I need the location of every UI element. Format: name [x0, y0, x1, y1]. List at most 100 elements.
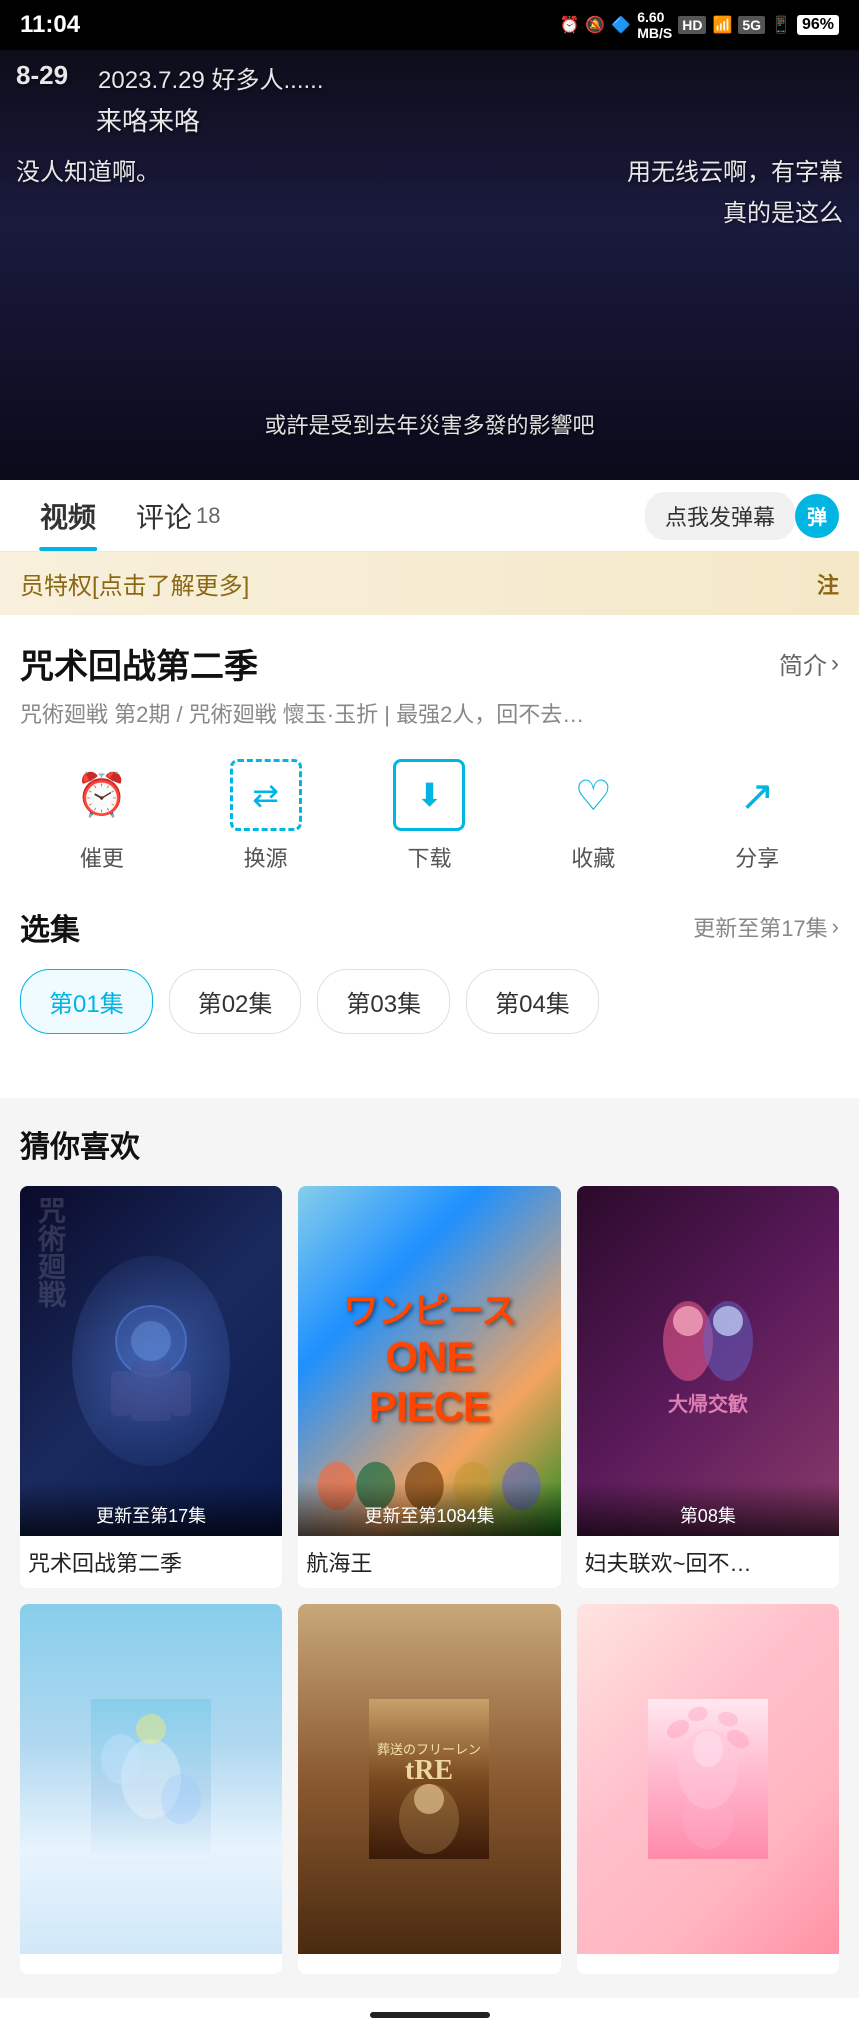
- tab-video-label: 视频: [40, 496, 96, 536]
- jjk-badge: 更新至第17集: [20, 1482, 282, 1536]
- danmaku-item: 来咯来咯: [96, 101, 200, 138]
- collect-btn[interactable]: ♡ 收藏: [557, 759, 629, 873]
- video-danmaku-overlay: 8-29 2023.7.29 好多人...... 来咯来咯 没人知道啊。 用无线…: [0, 50, 859, 238]
- recommend-grid: 咒術廻戦 更新至第17集 咒术回战第二季 ワンピース: [20, 1186, 839, 1974]
- recommend-card-marriage[interactable]: 大帰交歓 第08集 妇夫联欢~回不…: [577, 1186, 839, 1588]
- signal-icon: 📱: [771, 15, 791, 35]
- sakura-artwork: [648, 1699, 768, 1859]
- bottom-bar: [0, 1998, 859, 2032]
- mute-icon: 🔕: [585, 15, 605, 35]
- share-btn[interactable]: ↗ 分享: [721, 759, 793, 873]
- download-btn[interactable]: ⬇ 下载: [393, 759, 465, 873]
- danmaku-btn-label: 点我发弹幕: [665, 500, 775, 532]
- recommend-card-jjk[interactable]: 咒術廻戦 更新至第17集 咒术回战第二季: [20, 1186, 282, 1588]
- onepiece-logo: ワンピース ONE PIECE: [343, 1289, 516, 1433]
- episodes-section-header: 选集 更新至第17集 ›: [20, 905, 839, 949]
- collect-label: 收藏: [571, 841, 615, 873]
- danmaku-icon-label: 弹: [807, 501, 827, 530]
- anime-sub-info: 咒術廻戦 第2期 / 咒術廻戦 懷玉·玉折 | 最强2人，回不去…: [20, 698, 839, 731]
- onepiece-badge: 更新至第1084集: [298, 1482, 560, 1536]
- episode-03-btn[interactable]: 第03集: [317, 969, 450, 1034]
- collect-icon: ♡: [557, 759, 629, 831]
- intro-label: 简介: [779, 646, 827, 681]
- source-label: 换源: [244, 841, 288, 873]
- share-icon: ↗: [721, 759, 793, 831]
- intro-link[interactable]: 简介 ›: [779, 646, 839, 681]
- tab-comments-count: 18: [196, 503, 220, 529]
- remind-label: 催更: [80, 841, 124, 873]
- status-icons: ⏰ 🔕 🔷 6.60MB/S HD 📶 5G 📱 96%: [559, 9, 839, 41]
- onepiece-name: 航海王: [298, 1536, 560, 1588]
- card-bg-sakura: [577, 1604, 839, 1954]
- marriage-badge: 第08集: [577, 1482, 839, 1536]
- recommend-card-onepiece[interactable]: ワンピース ONE PIECE 更新至第1084集 航海王: [298, 1186, 560, 1588]
- danmaku-row-4: 真的是这么: [16, 193, 843, 228]
- marriage-artwork: 大帰交歓: [648, 1281, 768, 1441]
- episode-04-btn[interactable]: 第04集: [466, 969, 599, 1034]
- bottom-danmaku: 或許是受到去年災害多發的影響吧: [0, 408, 859, 440]
- recommend-title: 猜你喜欢: [20, 1122, 839, 1166]
- danmaku-row-3: 没人知道啊。 用无线云啊，有字幕: [16, 152, 843, 187]
- card-image-frieren: 葬送のフリーレン tRE: [298, 1604, 560, 1954]
- tab-comments-label: 评论: [136, 496, 192, 536]
- recommend-card-frieren[interactable]: 葬送のフリーレン tRE: [298, 1604, 560, 1974]
- sakura-name: [577, 1954, 839, 1974]
- recommend-card-sky[interactable]: [20, 1604, 282, 1974]
- 5g-icon: 5G: [738, 16, 765, 34]
- jjk-name: 咒术回战第二季: [20, 1536, 282, 1588]
- video-player[interactable]: 8-29 2023.7.29 好多人...... 来咯来咯 没人知道啊。 用无线…: [0, 50, 859, 480]
- member-banner[interactable]: 员特权[点击了解更多] 注: [0, 552, 859, 615]
- danmaku-item: 没人知道啊。: [16, 152, 160, 187]
- danmaku-item: 8-29: [16, 60, 68, 95]
- jjk-text-decoration: 咒術廻戦: [30, 1196, 70, 1308]
- source-btn[interactable]: ⇄ 换源: [230, 759, 302, 873]
- danmaku-item: 真的是这么: [723, 193, 843, 228]
- tab-video[interactable]: 视频: [20, 480, 116, 551]
- source-icon: ⇄: [230, 759, 302, 831]
- episodes-chevron-icon: ›: [832, 914, 839, 940]
- download-label: 下载: [407, 841, 451, 873]
- frieren-artwork: 葬送のフリーレン tRE: [369, 1699, 489, 1859]
- speed-indicator: 6.60MB/S: [637, 9, 672, 41]
- episode-list: 第01集 第02集 第03集 第04集: [20, 969, 839, 1042]
- episodes-section-title: 选集: [20, 905, 80, 949]
- danmaku-row-2: 来咯来咯: [16, 101, 843, 138]
- status-time: 11:04: [20, 11, 80, 39]
- episode-02-btn[interactable]: 第02集: [169, 969, 302, 1034]
- intro-chevron-icon: ›: [831, 650, 839, 678]
- remind-btn[interactable]: ⏰ 催更: [66, 759, 138, 873]
- download-icon: ⬇: [393, 759, 465, 831]
- episode-01-btn[interactable]: 第01集: [20, 969, 153, 1034]
- frieren-name: [298, 1954, 560, 1974]
- danmaku-item: 2023.7.29 好多人......: [98, 60, 323, 95]
- svg-text:tRE: tRE: [405, 1755, 453, 1786]
- alarm-icon: ⏰: [559, 15, 579, 35]
- status-bar: 11:04 ⏰ 🔕 🔷 6.60MB/S HD 📶 5G 📱 96%: [0, 0, 859, 50]
- card-image-marriage: 大帰交歓 第08集: [577, 1186, 839, 1536]
- bluetooth-icon: 🔷: [611, 15, 631, 35]
- sky-name: [20, 1954, 282, 1974]
- hd-badge: HD: [678, 16, 706, 34]
- battery-indicator: 96%: [797, 15, 839, 35]
- episodes-update-text: 更新至第17集: [693, 911, 827, 943]
- svg-text:大帰交歓: 大帰交歓: [668, 1392, 748, 1416]
- card-bg-frieren: 葬送のフリーレン tRE: [298, 1604, 560, 1954]
- title-row: 咒术回战第二季 简介 ›: [20, 639, 839, 688]
- recommend-card-sakura[interactable]: [577, 1604, 839, 1974]
- danmaku-input-btn[interactable]: 点我发弹幕: [645, 492, 795, 540]
- anime-title: 咒术回战第二季: [20, 639, 258, 688]
- danmaku-icon-btn[interactable]: 弹: [795, 494, 839, 538]
- action-buttons: ⏰ 催更 ⇄ 换源 ⬇ 下载 ♡ 收藏 ↗ 分享: [20, 759, 839, 873]
- member-banner-text: 员特权[点击了解更多]: [20, 566, 249, 601]
- recommend-section: 猜你喜欢 咒術廻戦 更新至第17集 咒术回战第二季: [0, 1098, 859, 1998]
- register-btn[interactable]: 注: [817, 568, 839, 600]
- tab-comments[interactable]: 评论 18: [116, 480, 241, 551]
- card-image-onepiece: ワンピース ONE PIECE 更新至第1084集: [298, 1186, 560, 1536]
- card-image-sakura: [577, 1604, 839, 1954]
- share-label: 分享: [735, 841, 779, 873]
- episodes-more-link[interactable]: 更新至第17集 ›: [693, 911, 839, 943]
- wifi-icon: 📶: [712, 15, 732, 35]
- danmaku-row-1: 8-29 2023.7.29 好多人......: [16, 60, 843, 95]
- card-bg-sky: [20, 1604, 282, 1954]
- danmaku-item: 用无线云啊，有字幕: [627, 152, 843, 187]
